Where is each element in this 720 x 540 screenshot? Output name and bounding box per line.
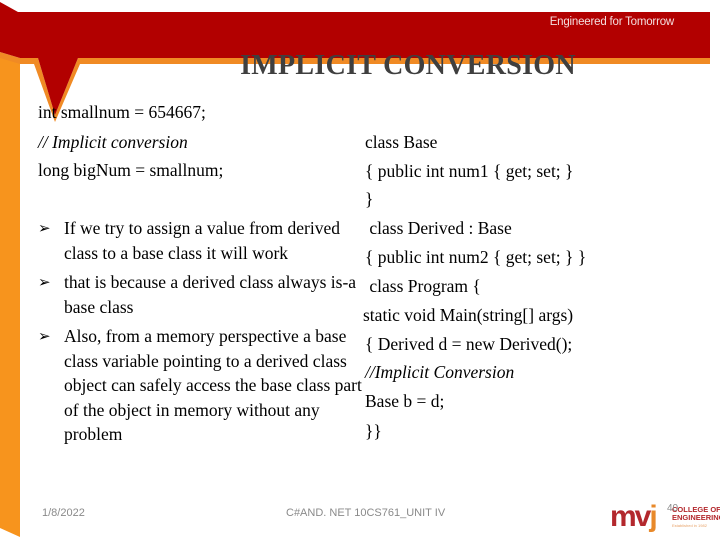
code-base-assign: Base b = d;	[365, 391, 445, 411]
left-orange-stripe	[0, 58, 20, 537]
bullet-item: ➢ If we try to assign a value from deriv…	[38, 216, 368, 265]
footer-date: 1/8/2022	[42, 507, 85, 519]
code-new-derived: { Derived d = new Derived();	[365, 334, 573, 354]
bullet-item: ➢ Also, from a memory perspective a base…	[38, 324, 368, 447]
code-derived-body: { public int num2 { get; set; } }	[365, 247, 587, 267]
code-base-body: { public int num1 { get; set; }	[365, 161, 574, 181]
arrow-bullet-icon: ➢	[38, 327, 51, 345]
bullet-item: ➢ that is because a derived class always…	[38, 270, 368, 319]
bullet-list: ➢ If we try to assign a value from deriv…	[38, 216, 368, 452]
code-main-signature: static void Main(string[] args)	[363, 305, 574, 325]
code-comment-implicit: // Implicit conversion	[38, 132, 188, 152]
logo-j: j	[649, 500, 657, 533]
arrow-bullet-icon: ➢	[38, 273, 51, 291]
college-logo: mvj COLLEGE OF ENGINEERING Established i…	[610, 500, 720, 538]
slide-title: IMPLICIT CONVERSION	[240, 50, 576, 81]
logo-text: COLLEGE OF ENGINEERING Established in 19…	[672, 506, 720, 530]
slide-number: 40	[667, 503, 679, 514]
code-line-int-smallnum: int smallnum = 654667;	[38, 102, 206, 122]
code-class-base: class Base	[365, 132, 438, 152]
bullet-text: Also, from a memory perspective a base c…	[64, 326, 362, 444]
logo-mv: mv	[610, 500, 651, 533]
logo-mark: mvj	[610, 500, 658, 534]
code-close-braces: }}	[365, 421, 382, 441]
bullet-text: that is because a derived class always i…	[64, 272, 357, 317]
logo-line-2: ENGINEERING	[672, 513, 720, 522]
code-base-close: }	[365, 189, 374, 209]
code-class-program: class Program {	[365, 276, 481, 296]
code-line-long-bignum: long bigNum = smallnum;	[38, 160, 224, 180]
logo-line-3: Established in 1982	[672, 523, 707, 528]
bullet-text: If we try to assign a value from derived…	[64, 218, 341, 263]
arrow-bullet-icon: ➢	[38, 219, 51, 237]
header-tagline: Engineered for Tomorrow	[549, 16, 675, 28]
code-comment-implicit-conversion: //Implicit Conversion	[365, 362, 515, 382]
code-class-derived: class Derived : Base	[365, 218, 512, 238]
footer-course: C#AND. NET 10CS761_UNIT IV	[286, 507, 446, 519]
